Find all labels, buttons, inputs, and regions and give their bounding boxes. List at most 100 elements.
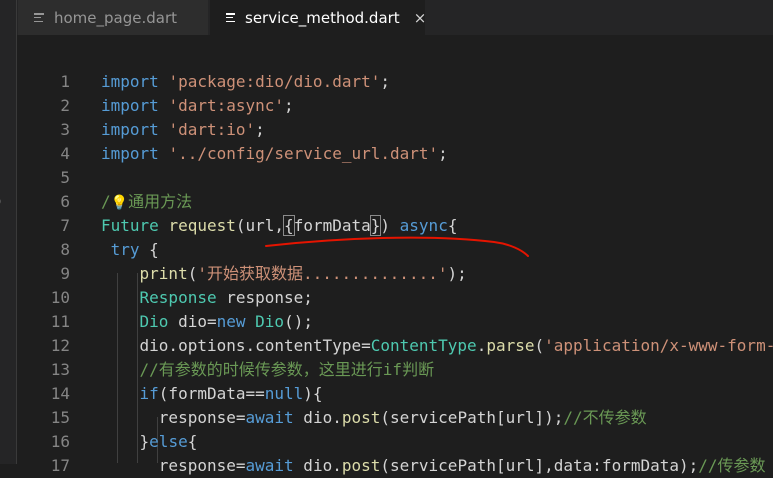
line-number: 12 bbox=[50, 336, 70, 355]
code-token: '../config/service_url.dart' bbox=[168, 144, 439, 163]
left-panel-edge: ) bbox=[0, 0, 17, 464]
code-token: await bbox=[245, 408, 294, 427]
close-icon[interactable]: × bbox=[414, 9, 427, 27]
line-number: 15 bbox=[50, 408, 70, 427]
tab-home-page[interactable]: home_page.dart bbox=[18, 0, 208, 35]
code-line[interactable]: 10 Response response; bbox=[16, 286, 773, 310]
code-text: //有参数的时候传参数，这里进行if判断 bbox=[101, 358, 435, 382]
code-token: { bbox=[187, 432, 198, 451]
code-line[interactable]: 12 dio.options.contentType=ContentType.p… bbox=[16, 334, 773, 358]
code-token: post bbox=[341, 408, 381, 427]
code-token: Dio bbox=[255, 312, 285, 331]
code-token: (url, bbox=[235, 216, 285, 235]
collapse-icon[interactable]: ) bbox=[0, 194, 1, 210]
line-number: 5 bbox=[60, 168, 70, 187]
code-token: Response bbox=[139, 288, 217, 307]
code-text: if(formData==null){ bbox=[101, 382, 323, 406]
code-token: async bbox=[399, 216, 448, 235]
file-lines-icon bbox=[34, 13, 44, 22]
code-token: print bbox=[139, 264, 188, 283]
code-token: import bbox=[101, 96, 159, 115]
code-line[interactable]: 2 import 'dart:async'; bbox=[16, 94, 773, 118]
code-text: try { bbox=[101, 238, 159, 262]
line-number: 8 bbox=[60, 240, 70, 259]
code-token: { bbox=[447, 216, 458, 235]
code-line[interactable]: 5 bbox=[16, 166, 773, 190]
code-token: 'dart:async' bbox=[168, 96, 285, 115]
code-token: 'package:dio/dio.dart' bbox=[168, 72, 381, 91]
code-token: 'dart:io' bbox=[168, 120, 256, 139]
code-token: //传参数 bbox=[698, 456, 766, 475]
red-underline-annotation bbox=[265, 236, 529, 257]
line-number: 7 bbox=[60, 216, 70, 235]
code-line[interactable]: 13 //有参数的时候传参数，这里进行if判断 bbox=[16, 358, 773, 382]
line-number: 3 bbox=[60, 120, 70, 139]
code-token: //有参数的时候传参数，这里进行if判断 bbox=[139, 360, 435, 379]
code-token: '开始获取数据..............' bbox=[197, 264, 448, 283]
line-number: 17 bbox=[50, 456, 70, 475]
code-token: request bbox=[168, 216, 236, 235]
code-token: ; bbox=[380, 72, 390, 91]
code-text: Future request(url,{formData}) async{ bbox=[101, 214, 457, 238]
code-token: ; bbox=[284, 96, 294, 115]
tab-service-method[interactable]: service_method.dart × bbox=[210, 0, 427, 35]
code-text: import 'package:dio/dio.dart'; bbox=[101, 70, 390, 94]
code-token: try bbox=[110, 240, 140, 259]
code-line[interactable]: 9 print('开始获取数据..............'); bbox=[16, 262, 773, 286]
line-number: 13 bbox=[50, 360, 70, 379]
code-text: import '../config/service_url.dart'; bbox=[101, 142, 448, 166]
code-text: response=await dio.post(servicePath[url]… bbox=[101, 406, 647, 430]
code-token: else bbox=[149, 432, 188, 451]
code-token: import bbox=[101, 144, 159, 163]
code-token: //不传参数 bbox=[563, 408, 647, 427]
code-token: import bbox=[101, 120, 159, 139]
code-text: import 'dart:async'; bbox=[101, 94, 294, 118]
code-token: Dio bbox=[139, 312, 169, 331]
code-token: ; bbox=[255, 120, 265, 139]
code-text: Response response; bbox=[101, 286, 313, 310]
code-line[interactable]: 3 import 'dart:io'; bbox=[16, 118, 773, 142]
tab-bar: home_page.dart service_method.dart × bbox=[0, 0, 773, 35]
code-text: import 'dart:io'; bbox=[101, 118, 265, 142]
code-line[interactable]: 7 Future request(url,{formData}) async{ bbox=[16, 214, 773, 238]
code-line[interactable]: 15 response=await dio.post(servicePath[u… bbox=[16, 406, 773, 430]
code-token: Future bbox=[101, 216, 159, 235]
line-number: 1 bbox=[60, 72, 70, 91]
code-line[interactable]: 1 import 'package:dio/dio.dart'; bbox=[16, 70, 773, 94]
code-token: ){ bbox=[303, 384, 323, 403]
code-token: (servicePath[url]); bbox=[380, 408, 564, 427]
line-number: 2 bbox=[60, 96, 70, 115]
code-token: ; bbox=[438, 144, 448, 163]
line-number: 10 bbox=[50, 288, 70, 307]
code-line[interactable]: 14 if(formData==null){ bbox=[16, 382, 773, 406]
line-number: 4 bbox=[60, 144, 70, 163]
code-token: } bbox=[101, 432, 150, 451]
code-token: 'application/x-www-form- bbox=[544, 336, 773, 355]
code-text: Dio dio=new Dio(); bbox=[101, 310, 313, 334]
code-token: null bbox=[264, 384, 304, 403]
code-token: (servicePath[url],data:formData); bbox=[380, 456, 699, 475]
code-token: response= bbox=[101, 408, 246, 427]
code-token: post bbox=[341, 456, 381, 475]
code-token: formData bbox=[293, 216, 371, 235]
code-line[interactable]: 16 }else{ bbox=[16, 430, 773, 454]
code-token: (formData== bbox=[158, 384, 265, 403]
code-token: import bbox=[101, 72, 159, 91]
code-token: ) bbox=[380, 216, 400, 235]
code-token: ); bbox=[447, 264, 467, 283]
code-token: dio= bbox=[168, 312, 217, 331]
code-line[interactable]: 11 Dio dio=new Dio(); bbox=[16, 310, 773, 334]
code-text: /💡通用方法 bbox=[101, 190, 192, 215]
code-line[interactable]: 17 response=await dio.post(servicePath[u… bbox=[16, 454, 773, 478]
code-line[interactable]: 6 /💡通用方法 bbox=[16, 190, 773, 214]
code-token: if bbox=[139, 384, 159, 403]
code-text: response=await dio.post(servicePath[url]… bbox=[101, 454, 766, 478]
code-line[interactable]: 4 import '../config/service_url.dart'; bbox=[16, 142, 773, 166]
